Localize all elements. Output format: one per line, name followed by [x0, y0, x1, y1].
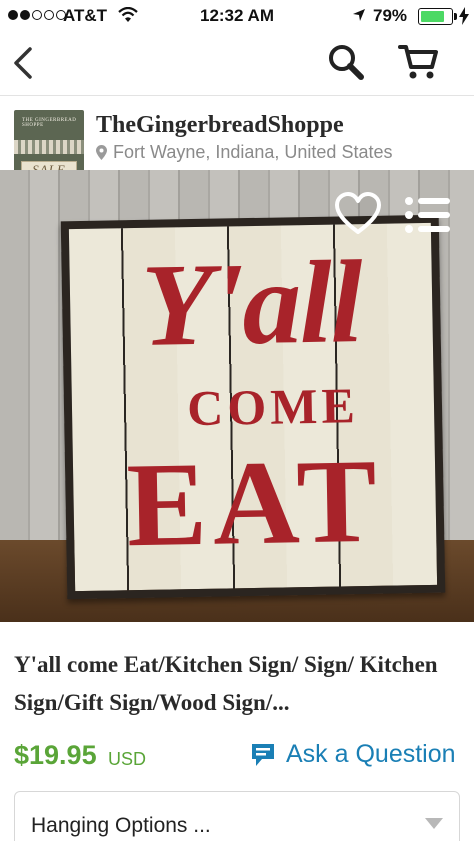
listing-image[interactable]: Y'all COME EAT: [0, 170, 474, 622]
ask-question-button[interactable]: Ask a Question: [250, 740, 456, 769]
avatar-title: THE GINGERBREAD SHOPPE: [22, 118, 77, 128]
shop-name[interactable]: TheGingerbreadShoppe: [96, 112, 344, 139]
chat-bubble-icon: [252, 743, 274, 766]
listing-title: Y'all come Eat/Kitchen Sign/ Sign/ Kitch…: [14, 652, 438, 715]
back-icon[interactable]: [10, 46, 36, 80]
sign-text-come: COME: [186, 377, 360, 437]
location-arrow-icon: [353, 9, 365, 21]
status-bar: AT&T 12:32 AM 79%: [0, 0, 474, 34]
list-menu-icon[interactable]: [404, 196, 452, 234]
shop-location-text: Fort Wayne, Indiana, United States: [113, 142, 393, 162]
sign-text-eat: EAT: [125, 433, 384, 572]
currency: USD: [108, 749, 147, 769]
hanging-options-select[interactable]: Hanging Options ...: [14, 791, 460, 841]
location-pin-icon: [96, 145, 107, 160]
caret-down-icon: [425, 818, 443, 829]
price: $19.95: [14, 740, 97, 770]
shop-header[interactable]: THE GINGERBREAD SHOPPE SALE TheGingerbre…: [0, 104, 474, 180]
battery-level: [421, 11, 444, 22]
hanging-options-label: Hanging Options ...: [31, 814, 211, 837]
ask-question-label: Ask a Question: [286, 740, 456, 768]
battery-icon: [418, 8, 453, 25]
search-icon[interactable]: [326, 42, 366, 82]
charging-bolt-icon: [459, 7, 469, 25]
cart-icon[interactable]: [398, 43, 440, 81]
battery-percentage: 79%: [373, 6, 408, 25]
nav-bar: [0, 34, 474, 96]
sign-text-yall: Y'all: [140, 236, 363, 371]
sign-board: Y'all COME EAT: [60, 214, 446, 600]
heart-icon[interactable]: [334, 192, 382, 236]
shop-location: Fort Wayne, Indiana, United States: [96, 142, 392, 163]
